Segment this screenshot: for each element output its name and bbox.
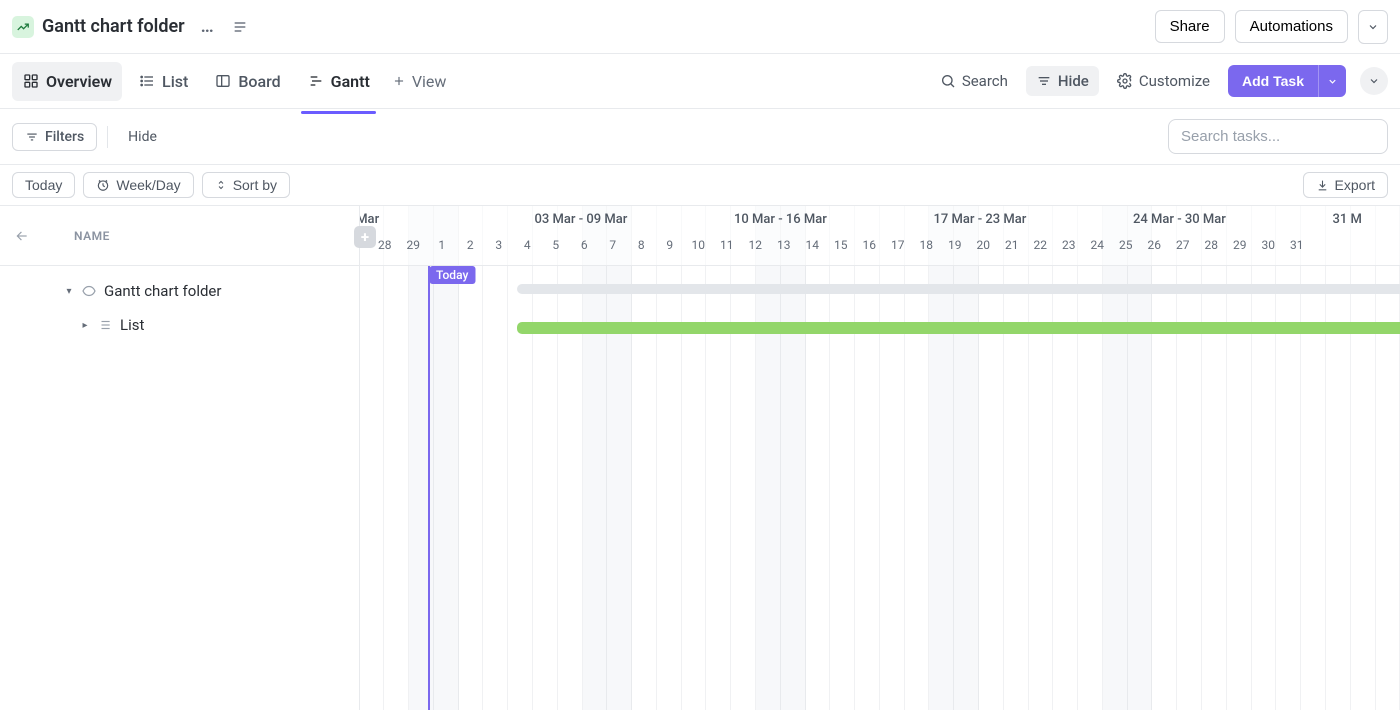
tab-list-label: List: [162, 72, 188, 91]
board-icon: [214, 72, 232, 90]
name-pane: NAME ▾ Gantt chart folder ▸ List: [0, 206, 360, 710]
add-task-button[interactable]: Add Task: [1228, 65, 1318, 97]
gantt-bar[interactable]: [517, 284, 1400, 294]
hide-label: Hide: [1058, 72, 1089, 90]
back-icon[interactable]: [14, 229, 30, 243]
hide-button[interactable]: Hide: [1026, 66, 1099, 96]
tree-node-root[interactable]: ▾ Gantt chart folder: [0, 274, 359, 308]
search-label: Search: [962, 72, 1008, 90]
list-outline-icon: [96, 316, 114, 334]
sort-label: Sort by: [233, 177, 277, 193]
tab-overview[interactable]: Overview: [12, 62, 122, 101]
tree-node-root-label: Gantt chart folder: [104, 282, 221, 300]
filters-button[interactable]: Filters: [12, 123, 97, 151]
tab-list[interactable]: List: [128, 62, 198, 101]
gantt-bar[interactable]: [517, 322, 1400, 334]
gantt-icon: [307, 72, 325, 90]
more-tools-button[interactable]: [1360, 67, 1388, 95]
export-label: Export: [1335, 177, 1375, 193]
today-line: [428, 266, 431, 710]
tab-gantt-label: Gantt: [331, 72, 370, 91]
automations-caret-button[interactable]: [1358, 10, 1388, 44]
export-button[interactable]: Export: [1303, 172, 1388, 198]
add-task-caret-button[interactable]: [1318, 65, 1346, 97]
list-icon: [138, 72, 156, 90]
collapse-sidebar-icon[interactable]: [227, 15, 253, 39]
filters-label: Filters: [45, 129, 84, 145]
timeline[interactable]: 25 Feb - 02 Mar03 Mar - 09 Mar10 Mar - 1…: [360, 206, 1400, 710]
add-view-label: View: [412, 72, 447, 91]
add-column-button[interactable]: +: [354, 226, 376, 248]
add-view-button[interactable]: View: [392, 72, 447, 91]
today-button[interactable]: Today: [12, 172, 75, 198]
caret-right-icon[interactable]: ▸: [80, 320, 90, 331]
folder-outline-icon: [80, 282, 98, 300]
divider: [107, 126, 108, 148]
scale-label: Week/Day: [116, 177, 180, 193]
more-menu-button[interactable]: …: [197, 16, 219, 37]
tab-board-label: Board: [238, 72, 280, 91]
sort-button[interactable]: Sort by: [202, 172, 290, 198]
share-button[interactable]: Share: [1155, 10, 1225, 43]
tab-board[interactable]: Board: [204, 62, 290, 101]
search-button[interactable]: Search: [930, 66, 1018, 96]
tab-gantt[interactable]: Gantt: [297, 62, 380, 101]
scale-button[interactable]: Week/Day: [83, 172, 193, 198]
overview-icon: [22, 72, 40, 90]
tree-node-child-label: List: [120, 316, 144, 334]
tree-node-child[interactable]: ▸ List: [0, 308, 359, 342]
caret-down-icon[interactable]: ▾: [64, 286, 74, 297]
search-tasks-input[interactable]: [1168, 119, 1388, 154]
customize-button[interactable]: Customize: [1107, 66, 1220, 96]
automations-button[interactable]: Automations: [1235, 10, 1348, 43]
filter-hide-button[interactable]: Hide: [118, 124, 167, 150]
today-flag: Today: [429, 266, 475, 284]
name-column-header: NAME: [74, 229, 110, 243]
customize-label: Customize: [1139, 72, 1210, 90]
folder-icon: [12, 16, 34, 38]
page-title: Gantt chart folder: [42, 16, 185, 37]
tab-overview-label: Overview: [46, 72, 112, 91]
